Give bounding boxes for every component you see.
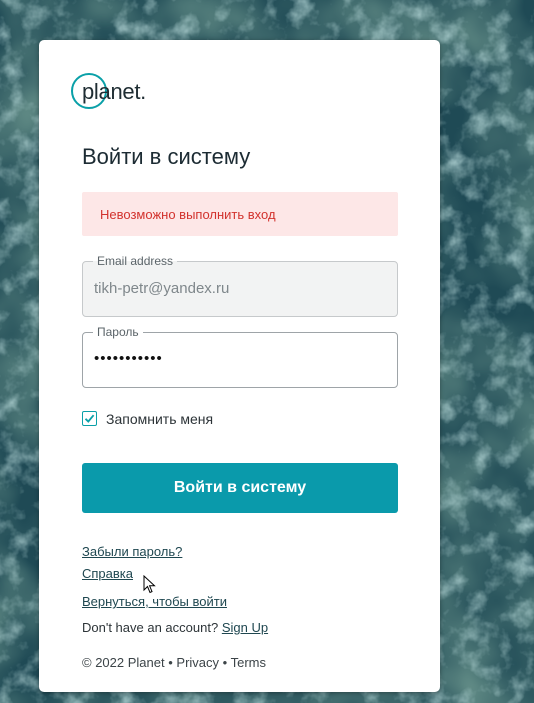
login-card: planet. Войти в систему Невозможно выпол… bbox=[39, 40, 440, 692]
checkmark-icon bbox=[84, 414, 95, 423]
password-label: Пароль bbox=[93, 325, 143, 339]
help-link[interactable]: Справка bbox=[82, 566, 133, 581]
remember-label: Запомнить меня bbox=[106, 411, 214, 427]
email-field[interactable]: Email address tikh-petr@yandex.ru bbox=[82, 254, 398, 317]
signup-row: Don't have an account? Sign Up bbox=[82, 620, 268, 635]
remember-checkbox[interactable] bbox=[82, 411, 97, 426]
mouse-cursor-icon bbox=[143, 575, 156, 594]
sign-up-link[interactable]: Sign Up bbox=[222, 620, 268, 635]
password-field[interactable]: Пароль ••••••••••• bbox=[82, 325, 398, 388]
forgot-password-link[interactable]: Забыли пароль? bbox=[82, 544, 182, 559]
footer-separator: • bbox=[168, 655, 173, 670]
password-value: ••••••••••• bbox=[94, 350, 163, 367]
page-title: Войти в систему bbox=[82, 144, 251, 169]
error-alert: Невозможно выполнить вход bbox=[82, 192, 398, 236]
error-message: Невозможно выполнить вход bbox=[100, 207, 276, 222]
privacy-link[interactable]: Privacy bbox=[176, 655, 219, 670]
logo-wordmark: planet. bbox=[82, 79, 146, 104]
back-to-login-link[interactable]: Вернуться, чтобы войти bbox=[82, 594, 227, 609]
footer: © 2022 Planet • Privacy • Terms bbox=[82, 655, 266, 670]
email-label: Email address bbox=[93, 254, 178, 268]
footer-separator: • bbox=[222, 655, 228, 670]
copyright-text: © 2022 Planet bbox=[82, 655, 165, 670]
login-submit-button[interactable]: Войти в систему bbox=[82, 463, 398, 513]
email-value: tikh-petr@yandex.ru bbox=[94, 280, 230, 297]
terms-link[interactable]: Terms bbox=[231, 655, 266, 670]
no-account-text: Don't have an account? bbox=[82, 620, 219, 635]
planet-logo: planet. bbox=[71, 70, 155, 114]
